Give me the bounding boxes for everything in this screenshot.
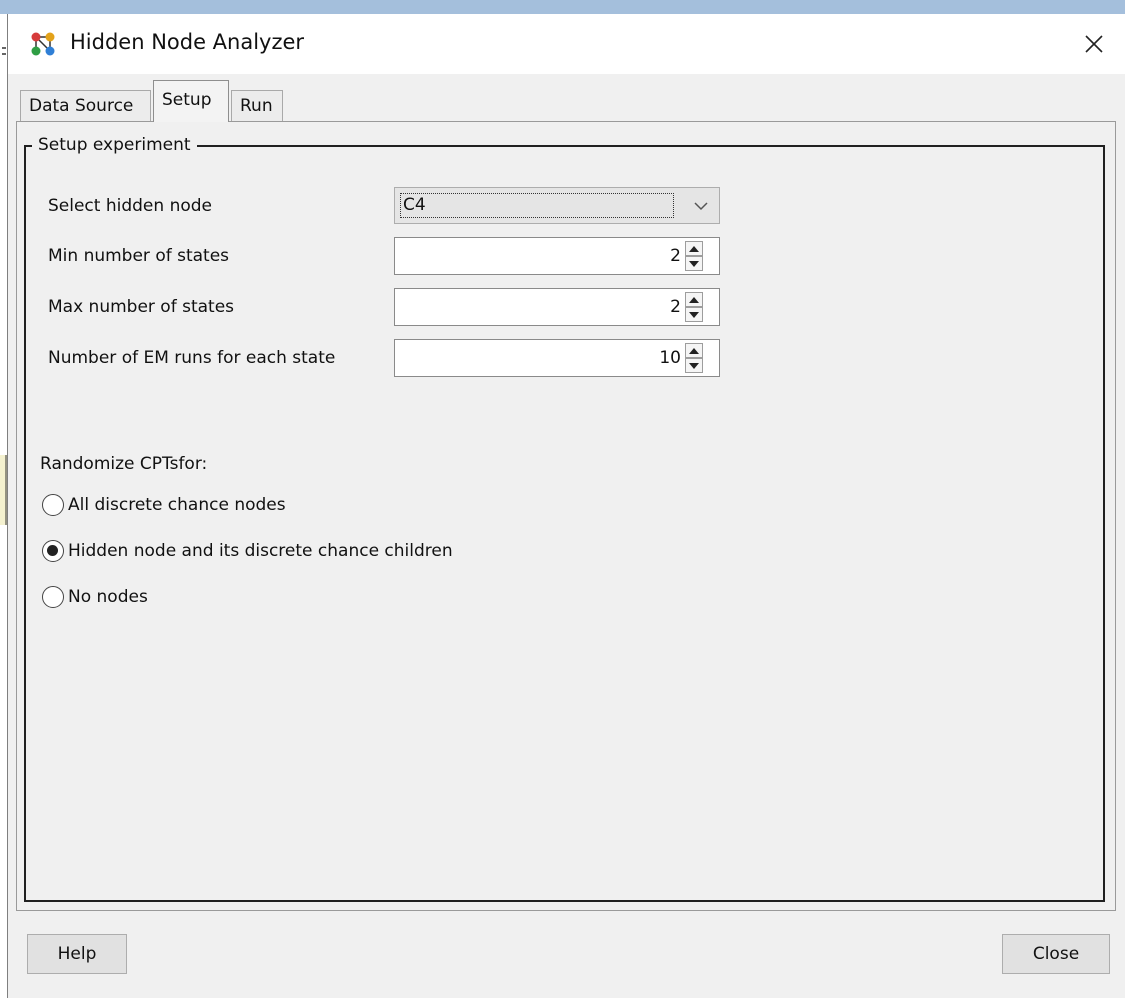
tab-setup[interactable]: Setup (153, 80, 229, 122)
em-runs-spinner[interactable]: 10 (394, 339, 720, 377)
caret-up-icon[interactable] (685, 241, 703, 256)
min-states-label: Min number of states (48, 246, 230, 266)
caret-down-icon[interactable] (685, 256, 703, 271)
radio-button[interactable] (42, 494, 64, 516)
em-runs-label: Number of EM runs for each state (48, 348, 336, 368)
tab-data-source[interactable]: Data Source (20, 90, 151, 122)
spin-buttons (685, 241, 715, 271)
caret-down-icon[interactable] (685, 307, 703, 322)
spin-buttons (685, 343, 715, 373)
setup-panel: Setup experiment Select hidden node C4 M… (16, 121, 1116, 911)
caret-up-icon[interactable] (685, 343, 703, 358)
radio-button-selected[interactable] (42, 540, 64, 562)
close-icon[interactable] (1072, 22, 1116, 66)
radio-button[interactable] (42, 586, 64, 608)
window-title: Hidden Node Analyzer (70, 30, 305, 54)
hidden-node-select[interactable]: C4 (394, 187, 720, 224)
tab-run[interactable]: Run (231, 90, 283, 122)
title-bar: Hidden Node Analyzer (8, 14, 1125, 74)
radio-all-discrete[interactable]: All discrete chance nodes (42, 490, 286, 520)
radio-label: Hidden node and its discrete chance chil… (68, 541, 453, 561)
background-window-strip (0, 0, 1125, 14)
help-button[interactable]: Help (27, 934, 127, 974)
setup-experiment-group: Setup experiment Select hidden node C4 M… (24, 133, 1105, 902)
background-window-edge (0, 47, 7, 525)
radio-label: No nodes (68, 587, 148, 607)
caret-up-icon[interactable] (685, 292, 703, 307)
network-graph-icon (31, 32, 55, 56)
radio-hidden-node-children[interactable]: Hidden node and its discrete chance chil… (42, 536, 453, 566)
min-states-spinner[interactable]: 2 (394, 237, 720, 275)
em-runs-value: 10 (659, 348, 681, 368)
max-states-spinner[interactable]: 2 (394, 288, 720, 326)
radio-label: All discrete chance nodes (68, 495, 286, 515)
chevron-down-icon (694, 202, 708, 211)
min-states-value: 2 (670, 246, 681, 266)
hidden-node-analyzer-dialog: Hidden Node Analyzer Data Source Setup R… (7, 14, 1125, 998)
group-title: Setup experiment (32, 133, 197, 157)
randomize-cpts-label: Randomize CPTsfor: (40, 454, 208, 474)
radio-no-nodes[interactable]: No nodes (42, 582, 148, 612)
spin-buttons (685, 292, 715, 322)
close-button[interactable]: Close (1002, 934, 1110, 974)
max-states-label: Max number of states (48, 297, 235, 317)
max-states-value: 2 (670, 297, 681, 317)
hidden-node-value: C4 (400, 193, 674, 218)
caret-down-icon[interactable] (685, 358, 703, 373)
hidden-node-label: Select hidden node (48, 196, 212, 216)
